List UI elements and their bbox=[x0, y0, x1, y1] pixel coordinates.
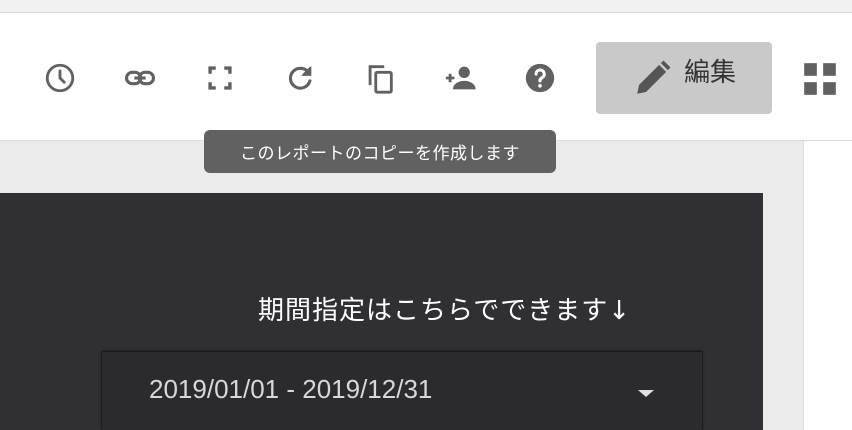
top-strip bbox=[0, 0, 852, 13]
dropdown-arrow-icon bbox=[638, 390, 654, 397]
refresh-icon[interactable] bbox=[280, 58, 320, 98]
copy-report-tooltip: このレポートのコピーを作成します bbox=[204, 130, 556, 173]
date-range-value: 2019/01/01 - 2019/12/31 bbox=[149, 374, 433, 404]
canvas-margin bbox=[763, 141, 803, 430]
history-icon[interactable] bbox=[40, 58, 80, 98]
fullscreen-icon[interactable] bbox=[200, 58, 240, 98]
copy-icon[interactable] bbox=[360, 58, 400, 98]
link-icon[interactable] bbox=[120, 58, 160, 98]
period-instruction-text: 期間指定はこちらでできます↓ bbox=[258, 296, 632, 326]
share-person-icon[interactable] bbox=[440, 58, 480, 98]
apps-grid-icon[interactable] bbox=[800, 59, 840, 99]
report-toolbar: 編集 bbox=[0, 13, 852, 141]
edit-button-label: 編集 bbox=[683, 57, 736, 88]
help-icon[interactable] bbox=[520, 58, 560, 98]
date-range-control[interactable]: 2019/01/01 - 2019/12/31 bbox=[102, 352, 702, 430]
edit-button[interactable]: 編集 bbox=[596, 42, 772, 114]
vertical-scrollbar[interactable] bbox=[803, 141, 852, 430]
pencil-icon bbox=[637, 60, 671, 94]
